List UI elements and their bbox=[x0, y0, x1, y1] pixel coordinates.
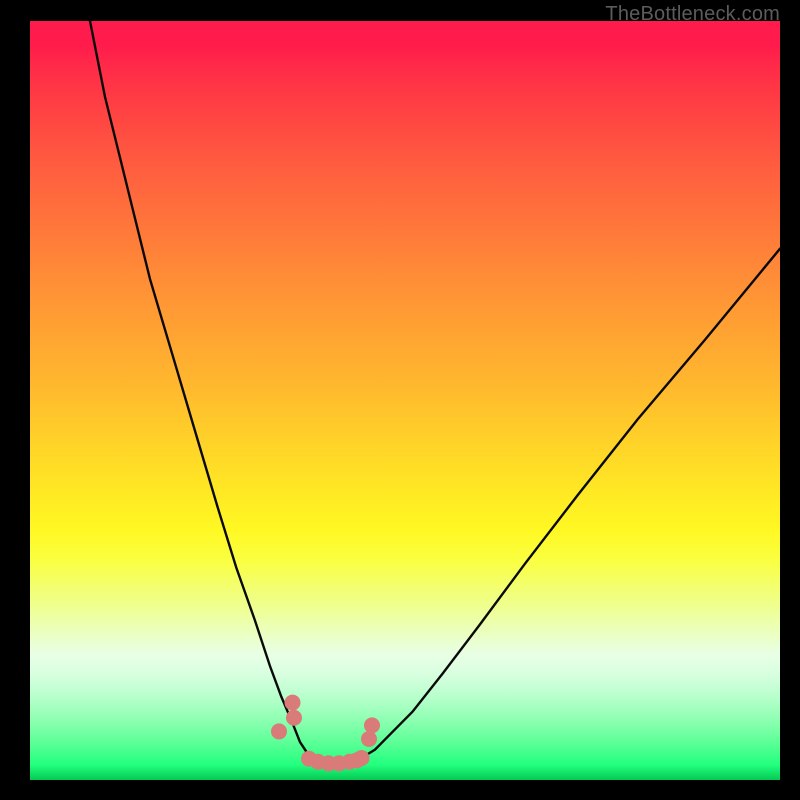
chart-frame: TheBottleneck.com bbox=[0, 0, 800, 800]
attribution-text: TheBottleneck.com bbox=[605, 3, 780, 26]
plot-area bbox=[30, 21, 780, 780]
